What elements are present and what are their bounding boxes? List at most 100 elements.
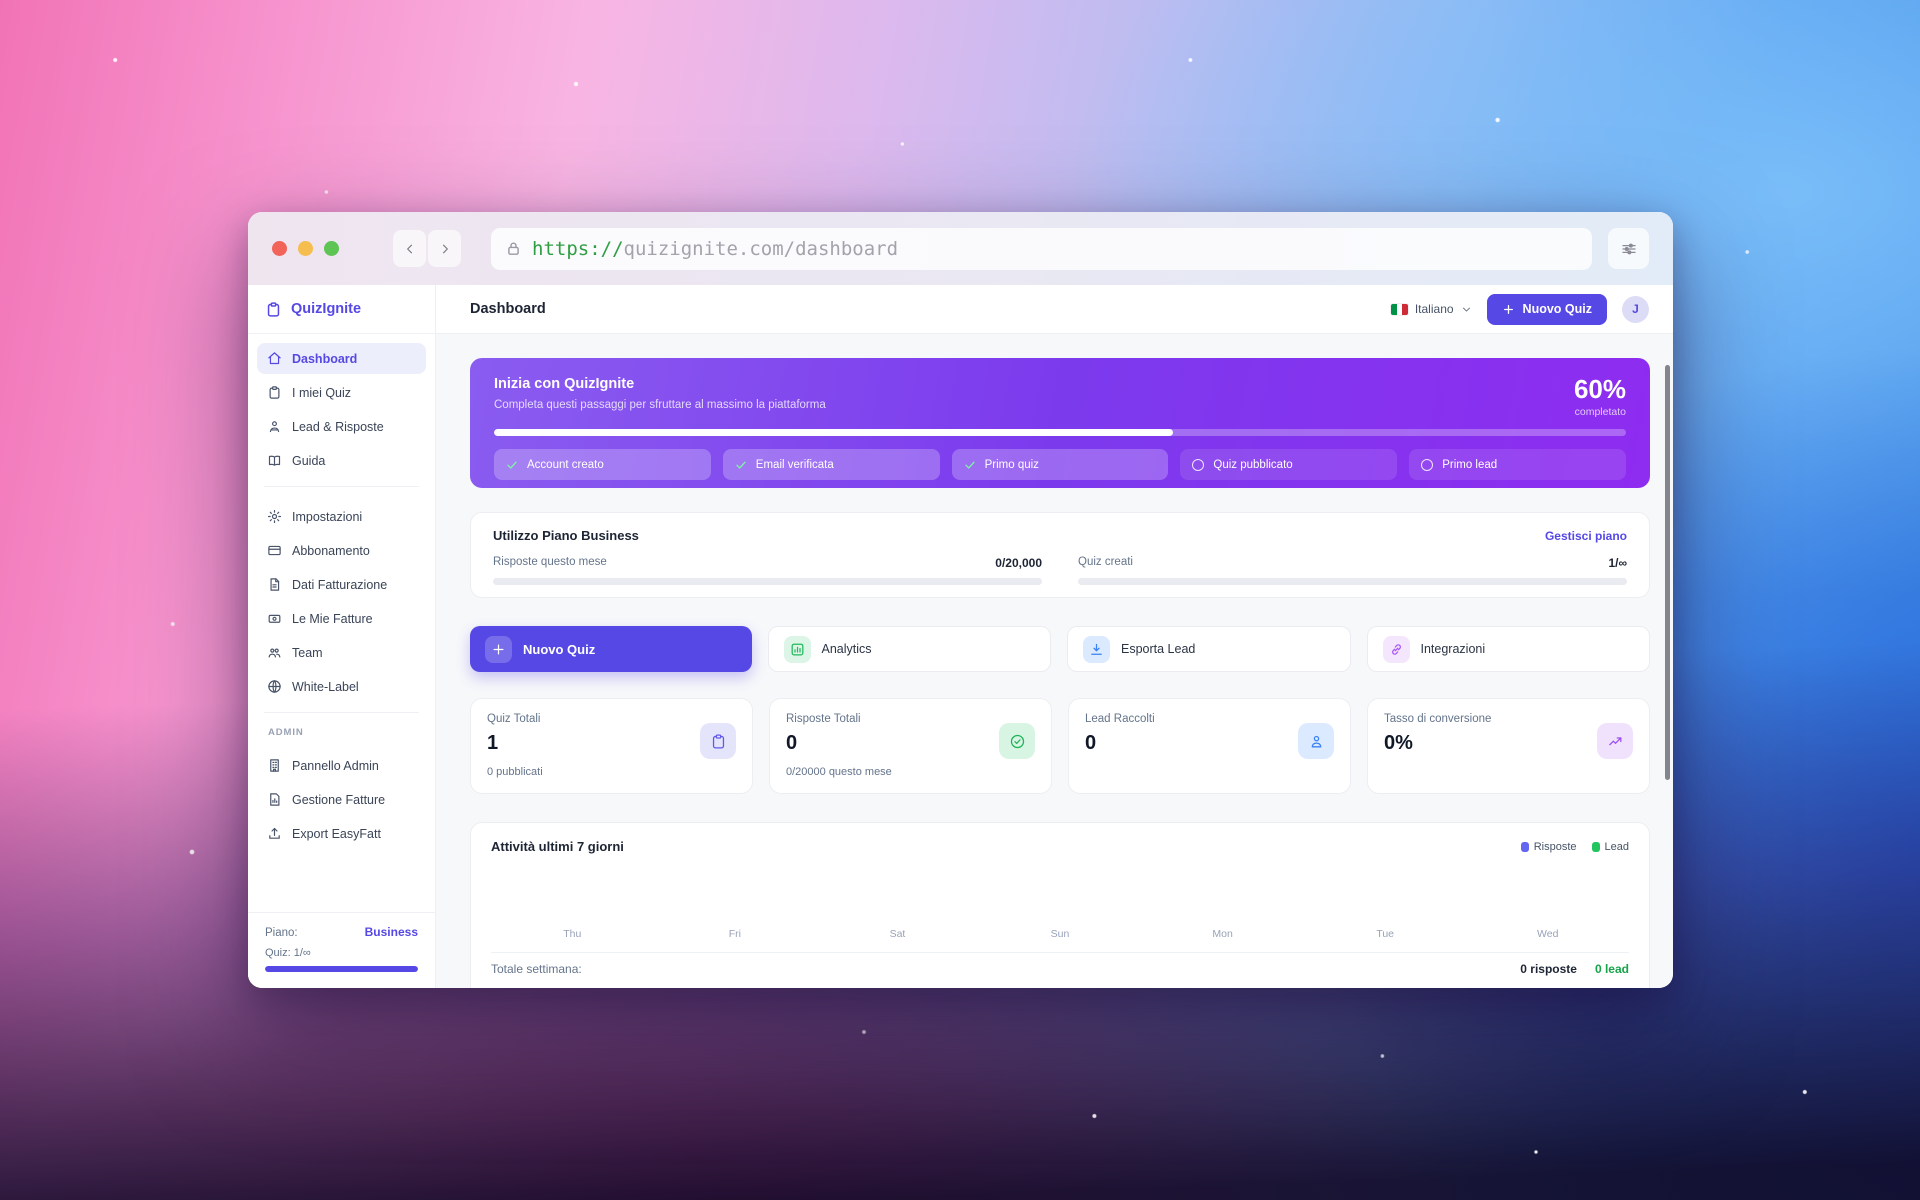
sidebar-item-leads-responses[interactable]: Lead & Risposte — [257, 411, 426, 442]
sidebar-item-billing-data[interactable]: Dati Fatturazione — [257, 569, 426, 600]
forward-button[interactable] — [428, 230, 461, 267]
page-header: Dashboard Italiano Nuovo Quiz J — [436, 285, 1673, 334]
step-email-verified[interactable]: Email verificata — [723, 449, 940, 480]
sidebar-item-my-invoices[interactable]: Le Mie Fatture — [257, 603, 426, 634]
quiz-quota-label: Quiz: 1/∞ — [265, 947, 418, 959]
vertical-scrollbar[interactable] — [1665, 365, 1670, 780]
step-account-created[interactable]: Account creato — [494, 449, 711, 480]
quick-action-new-quiz[interactable]: Nuovo Quiz — [470, 626, 752, 672]
sidebar-item-label: Dati Fatturazione — [292, 578, 387, 592]
stat-card-total-quizzes: Quiz Totali 1 0 pubblicati — [470, 698, 753, 794]
step-label: Email verificata — [756, 459, 834, 471]
chevron-right-icon — [438, 242, 452, 256]
zoom-window-button[interactable] — [324, 241, 339, 256]
sidebar-item-subscription[interactable]: Abbonamento — [257, 535, 426, 566]
check-icon — [964, 459, 976, 471]
legend-lead: Lead — [1592, 841, 1629, 853]
stat-card-leads-collected: Lead Raccolti 0 — [1068, 698, 1351, 794]
quick-action-label: Analytics — [822, 642, 872, 656]
italy-flag-icon — [1391, 304, 1408, 315]
credit-card-icon — [267, 543, 282, 558]
sidebar-item-label: Pannello Admin — [292, 759, 379, 773]
step-label: Primo lead — [1442, 459, 1497, 471]
sidebar-item-dashboard[interactable]: Dashboard — [257, 343, 426, 374]
x-tick: Mon — [1141, 928, 1304, 940]
sidebar-item-label: Guida — [292, 454, 325, 468]
sidebar-item-label: Export EasyFatt — [292, 827, 381, 841]
analytics-icon — [784, 636, 811, 663]
sidebar-item-white-label[interactable]: White-Label — [257, 671, 426, 702]
address-bar[interactable]: https://quizignite.com/dashboard — [491, 228, 1592, 270]
globe-icon — [267, 679, 282, 694]
plus-icon — [1502, 303, 1515, 316]
sidebar-item-label: White-Label — [292, 680, 359, 694]
meter-label: Quiz creati — [1078, 556, 1133, 570]
quiz-quota-bar — [265, 966, 418, 972]
completion-percent: 60% — [1574, 376, 1626, 402]
chevron-down-icon — [1461, 304, 1472, 315]
sidebar-item-team[interactable]: Team — [257, 637, 426, 668]
manage-plan-link[interactable]: Gestisci piano — [1545, 529, 1627, 543]
onboarding-progress-bar — [494, 429, 1626, 436]
sidebar-item-admin-panel[interactable]: Pannello Admin — [257, 750, 426, 781]
sidebar-item-invoice-management[interactable]: Gestione Fatture — [257, 784, 426, 815]
sidebar-item-label: Abbonamento — [292, 544, 370, 558]
plus-icon — [485, 636, 512, 663]
plan-summary: Piano: Business Quiz: 1/∞ — [248, 912, 435, 988]
legend-risposte: Risposte — [1521, 841, 1577, 853]
chart-legend: Risposte Lead — [1521, 841, 1629, 853]
plan-usage-title: Utilizzo Piano Business — [493, 528, 639, 543]
check-icon — [506, 459, 518, 471]
invoice-icon — [267, 611, 282, 626]
banner-title: Inizia con QuizIgnite — [494, 376, 826, 392]
close-window-button[interactable] — [272, 241, 287, 256]
x-tick: Sat — [816, 928, 979, 940]
back-button[interactable] — [393, 230, 426, 267]
plan-value[interactable]: Business — [365, 925, 418, 939]
browser-settings-button[interactable] — [1608, 228, 1649, 269]
language-label: Italiano — [1415, 302, 1454, 316]
sidebar-item-label: Team — [292, 646, 323, 660]
brand: QuizIgnite — [248, 285, 435, 334]
user-avatar[interactable]: J — [1622, 296, 1649, 323]
sidebar-item-label: I miei Quiz — [292, 386, 351, 400]
minimize-window-button[interactable] — [298, 241, 313, 256]
stat-value: 0% — [1384, 732, 1491, 755]
step-first-quiz[interactable]: Primo quiz — [952, 449, 1169, 480]
browser-chrome: https://quizignite.com/dashboard — [248, 212, 1673, 285]
quick-action-integrations[interactable]: Integrazioni — [1367, 626, 1651, 672]
responses-meter: Risposte questo mese 0/20,000 — [493, 556, 1042, 585]
sidebar-item-export-easyfatt[interactable]: Export EasyFatt — [257, 818, 426, 849]
x-tick: Fri — [654, 928, 817, 940]
sidebar-item-label: Gestione Fatture — [292, 793, 385, 807]
sidebar-item-guide[interactable]: Guida — [257, 445, 426, 476]
stat-label: Tasso di conversione — [1384, 713, 1491, 725]
stat-sub: 0/20000 questo mese — [786, 766, 892, 778]
book-icon — [267, 453, 282, 468]
clipboard-logo-icon — [265, 301, 282, 318]
step-quiz-published[interactable]: Quiz pubblicato — [1180, 449, 1397, 480]
link-icon — [1383, 636, 1410, 663]
file-chart-icon — [267, 792, 282, 807]
gear-icon — [267, 509, 282, 524]
dashboard-content: Inizia con QuizIgnite Completa questi pa… — [436, 334, 1673, 988]
new-quiz-button[interactable]: Nuovo Quiz — [1487, 294, 1607, 325]
legend-dot-green — [1592, 842, 1600, 852]
brand-name: QuizIgnite — [291, 301, 361, 317]
step-first-lead[interactable]: Primo lead — [1409, 449, 1626, 480]
clipboard-icon — [267, 385, 282, 400]
person-icon — [1298, 723, 1334, 759]
step-label: Quiz pubblicato — [1213, 459, 1292, 471]
quick-action-export-leads[interactable]: Esporta Lead — [1067, 626, 1351, 672]
language-selector[interactable]: Italiano — [1391, 302, 1472, 316]
stat-value: 0 — [1085, 732, 1155, 755]
quick-action-analytics[interactable]: Analytics — [768, 626, 1052, 672]
admin-section-label: ADMIN — [248, 718, 435, 741]
meter-bar — [1078, 578, 1627, 585]
new-quiz-button-label: Nuovo Quiz — [1523, 302, 1592, 316]
sidebar-item-my-quizzes[interactable]: I miei Quiz — [257, 377, 426, 408]
sidebar-item-settings[interactable]: Impostazioni — [257, 501, 426, 532]
window-controls — [272, 241, 339, 256]
lock-icon — [505, 240, 522, 257]
x-tick: Wed — [1466, 928, 1629, 940]
